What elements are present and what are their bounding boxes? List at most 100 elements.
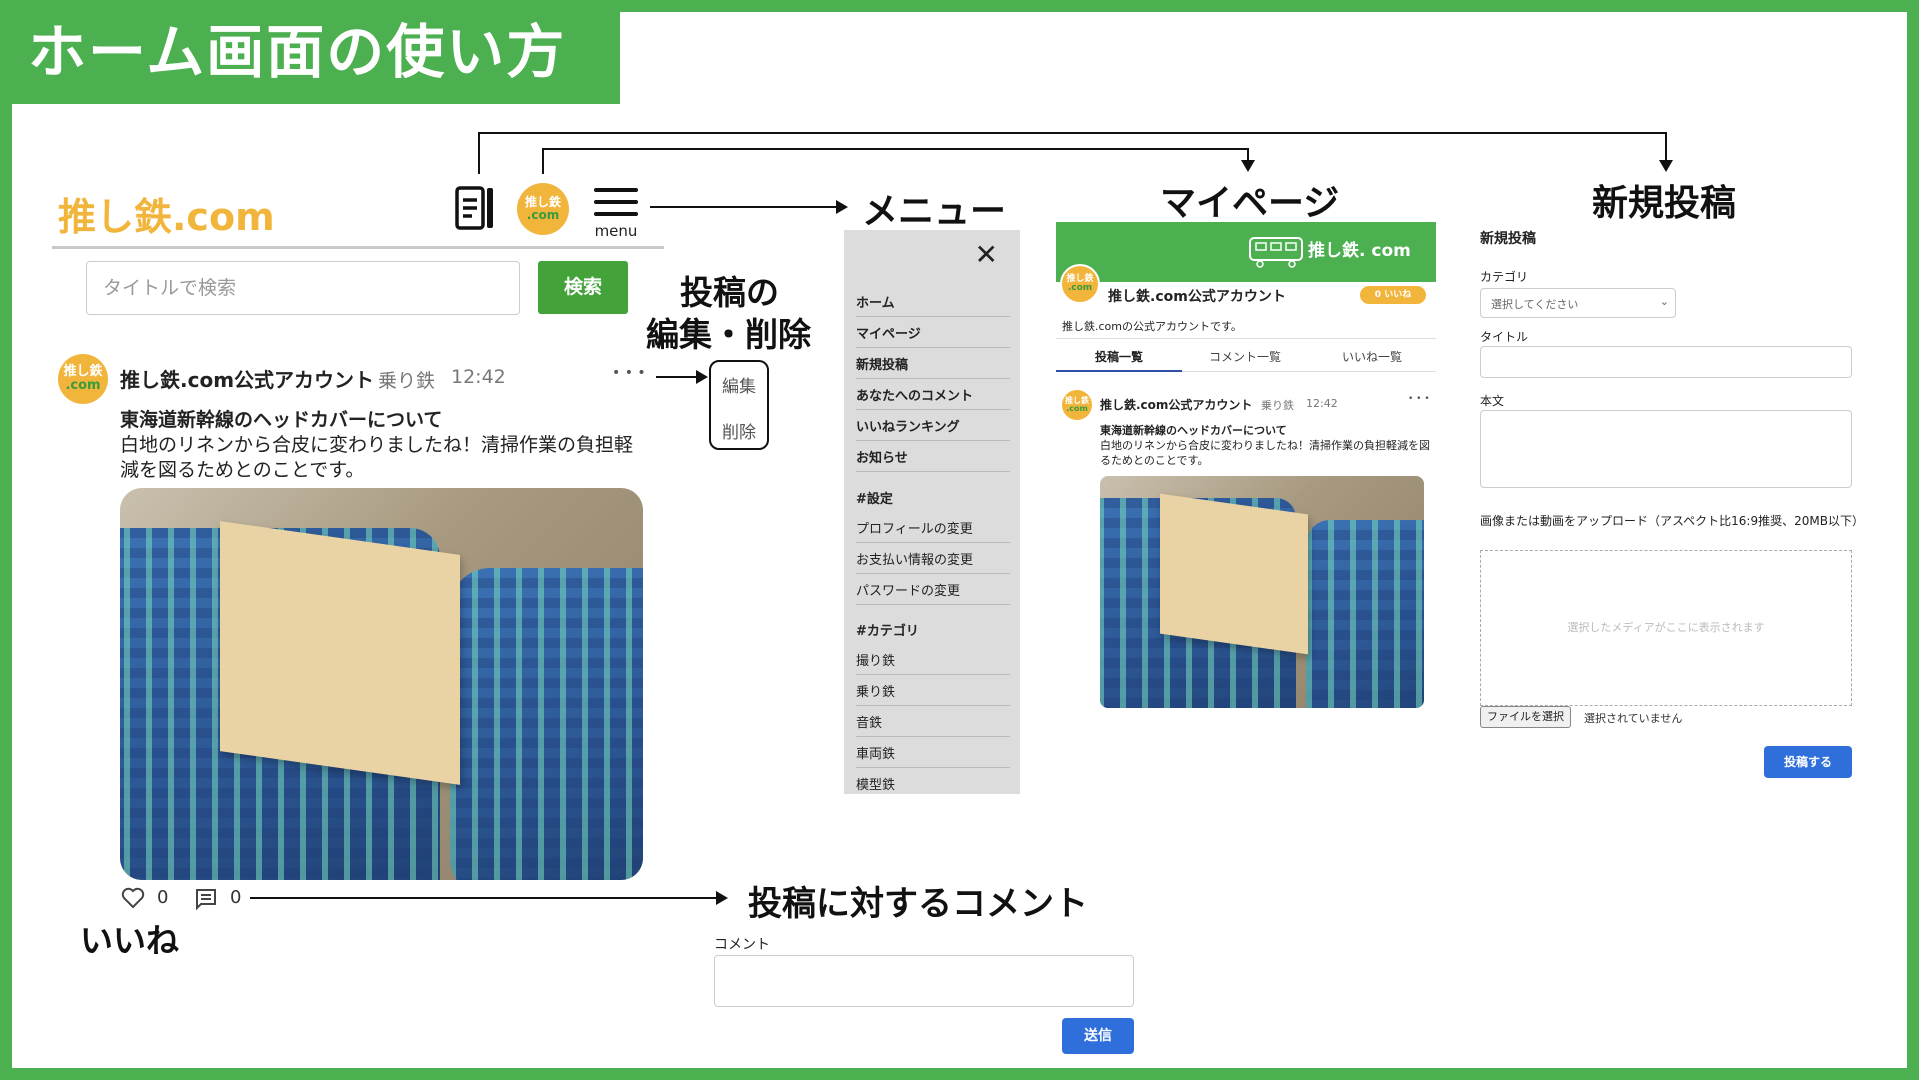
- seat-graphic: [450, 568, 643, 880]
- menu-item-category[interactable]: 車両鉄: [856, 743, 1010, 768]
- more-options-icon[interactable]: • • •: [1408, 394, 1430, 404]
- body-label: 本文: [1480, 394, 1505, 408]
- slide-title: ホーム画面の使い方: [0, 0, 620, 104]
- site-logo[interactable]: 推し鉄.com: [58, 186, 275, 241]
- tab-posts[interactable]: 投稿一覧: [1056, 348, 1182, 365]
- media-preview[interactable]: 選択したメディアがここに表示されます: [1480, 550, 1852, 706]
- seat-graphic: [1306, 520, 1424, 708]
- connector: [478, 132, 1666, 134]
- avatar[interactable]: 推し鉄 .com: [517, 183, 569, 235]
- category-select-value: 選択してください: [1491, 298, 1579, 311]
- hamburger-menu-button[interactable]: menu: [594, 188, 638, 240]
- callout-new-post: 新規投稿: [1592, 183, 1737, 224]
- post-image[interactable]: [120, 488, 643, 880]
- post-time: 12:42: [451, 366, 506, 388]
- menu-label: menu: [594, 222, 638, 240]
- title-input[interactable]: [1480, 346, 1852, 378]
- comment-count: 0: [230, 887, 242, 908]
- post-category[interactable]: 乗り鉄: [378, 366, 435, 393]
- menu-item-news[interactable]: お知らせ: [856, 447, 1010, 472]
- callout-mypage: マイページ: [1160, 183, 1340, 224]
- upload-label: 画像または動画をアップロード（アスペクト比16:9推奨、20MB以下）: [1480, 514, 1864, 528]
- mypage-post-image[interactable]: [1100, 476, 1424, 708]
- likes-badge: 0 いいね: [1360, 286, 1426, 304]
- menu-item-comments[interactable]: あなたへのコメント: [856, 385, 1010, 410]
- category-label: カテゴリ: [1480, 270, 1529, 284]
- category-select[interactable]: 選択してください ⌄: [1480, 288, 1676, 318]
- close-icon[interactable]: ✕: [975, 238, 998, 271]
- delete-button[interactable]: 削除: [711, 418, 767, 443]
- train-icon: [1249, 237, 1303, 268]
- mypage-banner-logo: 推し鉄. com: [1308, 241, 1411, 261]
- menu-item-category[interactable]: 音鉄: [856, 712, 1010, 737]
- media-preview-placeholder: 選択したメディアがここに表示されます: [1567, 621, 1765, 634]
- file-status: 選択されていません: [1584, 712, 1683, 725]
- mypage-banner: 推し鉄. com: [1056, 222, 1436, 282]
- callout-edit-delete-1: 投稿の: [680, 273, 779, 312]
- tab-comments[interactable]: コメント一覧: [1182, 348, 1308, 365]
- mypage-description: 推し鉄.comの公式アカウントです。: [1062, 320, 1242, 333]
- comment-label: コメント: [714, 937, 770, 953]
- divider: [1056, 338, 1436, 339]
- arrow-right-icon: [716, 891, 728, 905]
- search-input[interactable]: [86, 261, 520, 315]
- title-label: タイトル: [1480, 330, 1529, 344]
- comment-textarea[interactable]: [714, 955, 1134, 1007]
- heart-icon[interactable]: [121, 887, 145, 909]
- tab-indicator: [1056, 370, 1182, 372]
- menu-item-category[interactable]: 撮り鉄: [856, 650, 1010, 675]
- comment-icon[interactable]: [195, 888, 217, 911]
- settings-header: #設定: [856, 492, 893, 507]
- avatar-text: .com: [65, 378, 101, 393]
- menu-item-mypage[interactable]: マイページ: [856, 323, 1010, 348]
- like-count: 0: [157, 887, 169, 908]
- hamburger-icon: [594, 188, 638, 216]
- mypage-post-body: 白地のリネンから合皮に変わりましたね！清掃作業の負担軽減を図るためとのことです。: [1100, 439, 1430, 467]
- category-header: #カテゴリ: [856, 624, 919, 639]
- mypage-post-category[interactable]: 乗り鉄: [1261, 397, 1294, 413]
- menu-item-category[interactable]: 模型鉄: [856, 774, 1010, 798]
- menu-item-payment[interactable]: お支払い情報の変更: [856, 549, 1010, 574]
- menu-item-ranking[interactable]: いいねランキング: [856, 416, 1010, 441]
- avatar-text: 推し鉄: [63, 364, 103, 380]
- arrow-right-icon: [836, 200, 848, 214]
- post-submit-button[interactable]: 投稿する: [1764, 746, 1852, 778]
- new-post-heading: 新規投稿: [1480, 231, 1536, 247]
- callout-like: いいね: [80, 921, 179, 960]
- post-body: 白地のリネンから合皮に変わりましたね！清掃作業の負担軽減を図るためとのことです。: [120, 434, 634, 481]
- more-options-icon[interactable]: • • •: [612, 365, 646, 381]
- menu-panel: ✕ ホーム マイページ 新規投稿 あなたへのコメント いいねランキング お知らせ…: [844, 230, 1020, 794]
- chevron-down-icon: ⌄: [1659, 295, 1669, 308]
- post-author[interactable]: 推し鉄.com公式アカウント: [120, 364, 374, 393]
- callout-menu: メニュー: [862, 191, 1007, 232]
- mypage-account-name: 推し鉄.com公式アカウント: [1108, 289, 1286, 305]
- menu-item-home[interactable]: ホーム: [856, 292, 1010, 317]
- post-list-icon[interactable]: [454, 184, 496, 232]
- headrest-cover: [1160, 493, 1308, 655]
- connector: [542, 148, 544, 174]
- menu-item-category[interactable]: 乗り鉄: [856, 681, 1010, 706]
- mypage-post-avatar[interactable]: 推し鉄 .com: [1062, 390, 1092, 420]
- avatar-text: .com: [1067, 283, 1093, 293]
- connector: [650, 206, 838, 208]
- arrow-right-icon: [696, 370, 708, 384]
- menu-item-new-post[interactable]: 新規投稿: [856, 354, 1010, 379]
- search-button[interactable]: 検索: [538, 261, 628, 314]
- headrest-cover: [220, 521, 460, 785]
- connector: [478, 132, 480, 174]
- menu-item-password[interactable]: パスワードの変更: [856, 580, 1010, 605]
- menu-item-profile[interactable]: プロフィールの変更: [856, 518, 1010, 543]
- comment-submit-button[interactable]: 送信: [1062, 1018, 1134, 1054]
- edit-button[interactable]: 編集: [711, 372, 767, 397]
- file-select-button[interactable]: ファイルを選択: [1480, 706, 1571, 728]
- mypage-screen: 推し鉄. com 推し鉄 .com 推し鉄.com公式アカウント 0 いいね 推…: [1056, 222, 1436, 708]
- edit-delete-popup: 編集 削除: [709, 360, 769, 450]
- post-avatar[interactable]: 推し鉄 .com: [58, 354, 108, 404]
- avatar-text: .com: [526, 208, 560, 222]
- new-post-screen: 新規投稿 カテゴリ 選択してください ⌄ タイトル 本文 画像または動画をアップ…: [1474, 222, 1864, 788]
- body-textarea[interactable]: [1480, 410, 1852, 488]
- arrow-down-icon: [1241, 160, 1255, 172]
- mypage-post-author[interactable]: 推し鉄.com公式アカウント: [1100, 396, 1252, 413]
- mypage-avatar[interactable]: 推し鉄 .com: [1060, 264, 1100, 304]
- tab-likes[interactable]: いいね一覧: [1308, 348, 1436, 365]
